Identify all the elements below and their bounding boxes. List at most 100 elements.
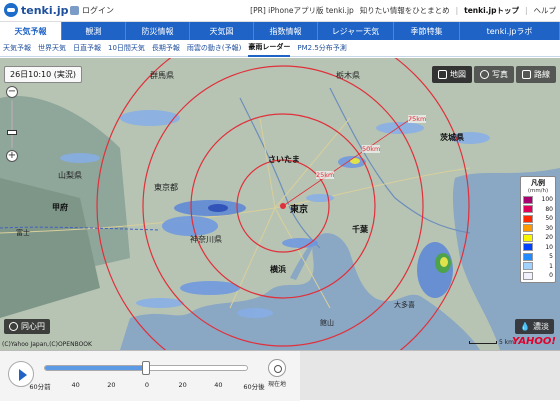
observation-time: 26日10:10 (実況)	[4, 66, 83, 83]
zoom-slider-knob[interactable]	[7, 130, 17, 135]
subnav-pm25[interactable]: PM2.5分布予測	[297, 40, 346, 57]
time-slider[interactable]	[44, 361, 248, 375]
concentric-circle-button[interactable]: 同心円	[4, 319, 50, 334]
map-scale: 5 km	[468, 339, 514, 346]
crosshair-icon	[268, 359, 286, 377]
subnav-forecast[interactable]: 天気予報	[3, 40, 31, 57]
map-icon	[438, 70, 447, 79]
legend-swatch	[523, 205, 533, 214]
tenki-logo-icon	[4, 3, 18, 17]
nav-lab[interactable]: tenki.jpラボ	[460, 22, 560, 40]
divider: |	[524, 6, 528, 15]
login-label: ログイン	[82, 6, 114, 15]
summary-link[interactable]: 知りたい情報をひとまとめ	[360, 5, 450, 16]
legend-swatch	[523, 271, 533, 280]
legend-value: 50	[545, 215, 553, 223]
legend-value: 5	[549, 253, 553, 261]
nav-observation[interactable]: 観測	[62, 22, 126, 40]
place-label-tokyo-pref: 東京都	[154, 183, 178, 192]
globe-icon	[480, 70, 489, 79]
nav-index[interactable]: 指数情報	[254, 22, 318, 40]
current-location-label: 現在地	[267, 381, 286, 388]
zoom-slider-track[interactable]	[11, 100, 13, 148]
sub-nav: 天気予報 世界天気 日直予報 10日間天気 長期予報 雨雲の動き(予報) 豪雨レ…	[0, 40, 560, 57]
zoom-control: − +	[6, 86, 18, 164]
yahoo-logo: YAHOO!	[512, 336, 556, 347]
legend-row: 20	[523, 233, 553, 243]
legend-row: 10	[523, 243, 553, 253]
place-label-tochigi: 栃木県	[336, 71, 360, 80]
place-label-ibaraki: 茨城県	[440, 133, 464, 142]
map-type-route-label: 路線	[534, 70, 550, 79]
map-type-map-label: 地図	[450, 70, 466, 79]
map-type-photo-button[interactable]: 写真	[474, 66, 514, 83]
legend-row: 1	[523, 262, 553, 272]
nav-weather-map[interactable]: 天気図	[190, 22, 254, 40]
droplet-icon: 💧	[520, 322, 530, 331]
subnav-world[interactable]: 世界天気	[38, 40, 66, 57]
time-tick-label: 60分前	[29, 383, 51, 391]
radar-map[interactable]: 25km 50km 75km 東京 さいたま 千葉 横浜 甲府 茨城県 山梨県 …	[0, 58, 560, 350]
ring-label-75km: 75km	[408, 115, 427, 123]
train-icon	[522, 70, 531, 79]
map-type-switcher: 地図 写真 路線	[432, 66, 556, 83]
subnav-daily[interactable]: 日直予報	[73, 40, 101, 57]
user-icon	[70, 6, 79, 15]
nav-disaster[interactable]: 防災情報	[126, 22, 190, 40]
subnav-long-term[interactable]: 長期予報	[152, 40, 180, 57]
legend-row: 0	[523, 271, 553, 281]
map-type-photo-label: 写真	[492, 70, 508, 79]
map-type-map-button[interactable]: 地図	[432, 66, 472, 83]
subnav-heavy-rain-radar[interactable]: 豪雨レーダー	[248, 40, 291, 57]
legend-row: 80	[523, 205, 553, 215]
legend-swatch	[523, 224, 533, 233]
current-location-button[interactable]: 現在地	[264, 359, 290, 393]
opacity-button[interactable]: 💧 濃淡	[515, 319, 554, 334]
legend-swatch	[523, 195, 533, 204]
legend-value: 30	[545, 224, 553, 232]
legend-value: 80	[545, 205, 553, 213]
legend-value: 20	[545, 234, 553, 242]
site-logo[interactable]: tenki.jp	[4, 3, 68, 17]
legend-title: 凡例	[531, 179, 545, 187]
header-links: [PR] iPhoneアプリ版 tenki.jp 知りたい情報をひとまとめ | …	[250, 5, 556, 16]
place-label-yokohama: 横浜	[270, 265, 286, 274]
pr-app-link[interactable]: [PR] iPhoneアプリ版 tenki.jp	[250, 5, 354, 16]
legend-value: 100	[541, 196, 553, 204]
place-label-fuji: 富士	[16, 229, 30, 237]
nav-seasonal[interactable]: 季節特集	[394, 22, 460, 40]
legend-row: 100	[523, 195, 553, 205]
ring-label-25km: 25km	[316, 171, 335, 179]
time-tick-label: 20	[178, 381, 187, 389]
divider: |	[455, 6, 459, 15]
place-label-kanagawa: 神奈川県	[190, 235, 222, 244]
timeline-panel	[0, 351, 300, 401]
legend-swatch	[523, 233, 533, 242]
subnav-rain-forecast[interactable]: 雨雲の動き(予報)	[187, 40, 241, 57]
place-label-saitama: さいたま	[268, 155, 300, 164]
zoom-out-button[interactable]: −	[6, 86, 18, 98]
map-canvas	[0, 58, 560, 350]
time-tick-label: 20	[107, 381, 116, 389]
place-label-tateyama: 館山	[320, 319, 334, 327]
help-link[interactable]: ヘルプ	[534, 5, 557, 16]
place-label-gunma: 群馬県	[150, 71, 174, 80]
time-tick-label: 0	[144, 381, 150, 389]
legend-swatch	[523, 214, 533, 223]
nav-forecast[interactable]: 天気予報	[0, 22, 62, 40]
login-link[interactable]: ログイン	[70, 5, 114, 16]
time-tick-label: 60分後	[243, 383, 265, 391]
top-header: tenki.jp ログイン [PR] iPhoneアプリ版 tenki.jp 知…	[0, 0, 560, 22]
concentric-circle-label: 同心円	[21, 322, 45, 331]
legend-row: 50	[523, 214, 553, 224]
time-tick-label: 40	[214, 381, 223, 389]
legend-row: 5	[523, 252, 553, 262]
zoom-in-button[interactable]: +	[6, 150, 18, 162]
timeline-bar: 60分前 40 20 0 20 40 60分後 現在地	[0, 350, 560, 401]
nav-leisure[interactable]: レジャー天気	[318, 22, 394, 40]
time-slider-thumb[interactable]	[142, 361, 150, 375]
top-page-link[interactable]: tenki.jpトップ	[464, 5, 519, 16]
map-type-route-button[interactable]: 路線	[516, 66, 556, 83]
place-label-chiba: 千葉	[352, 225, 368, 234]
subnav-10day[interactable]: 10日間天気	[108, 40, 145, 57]
